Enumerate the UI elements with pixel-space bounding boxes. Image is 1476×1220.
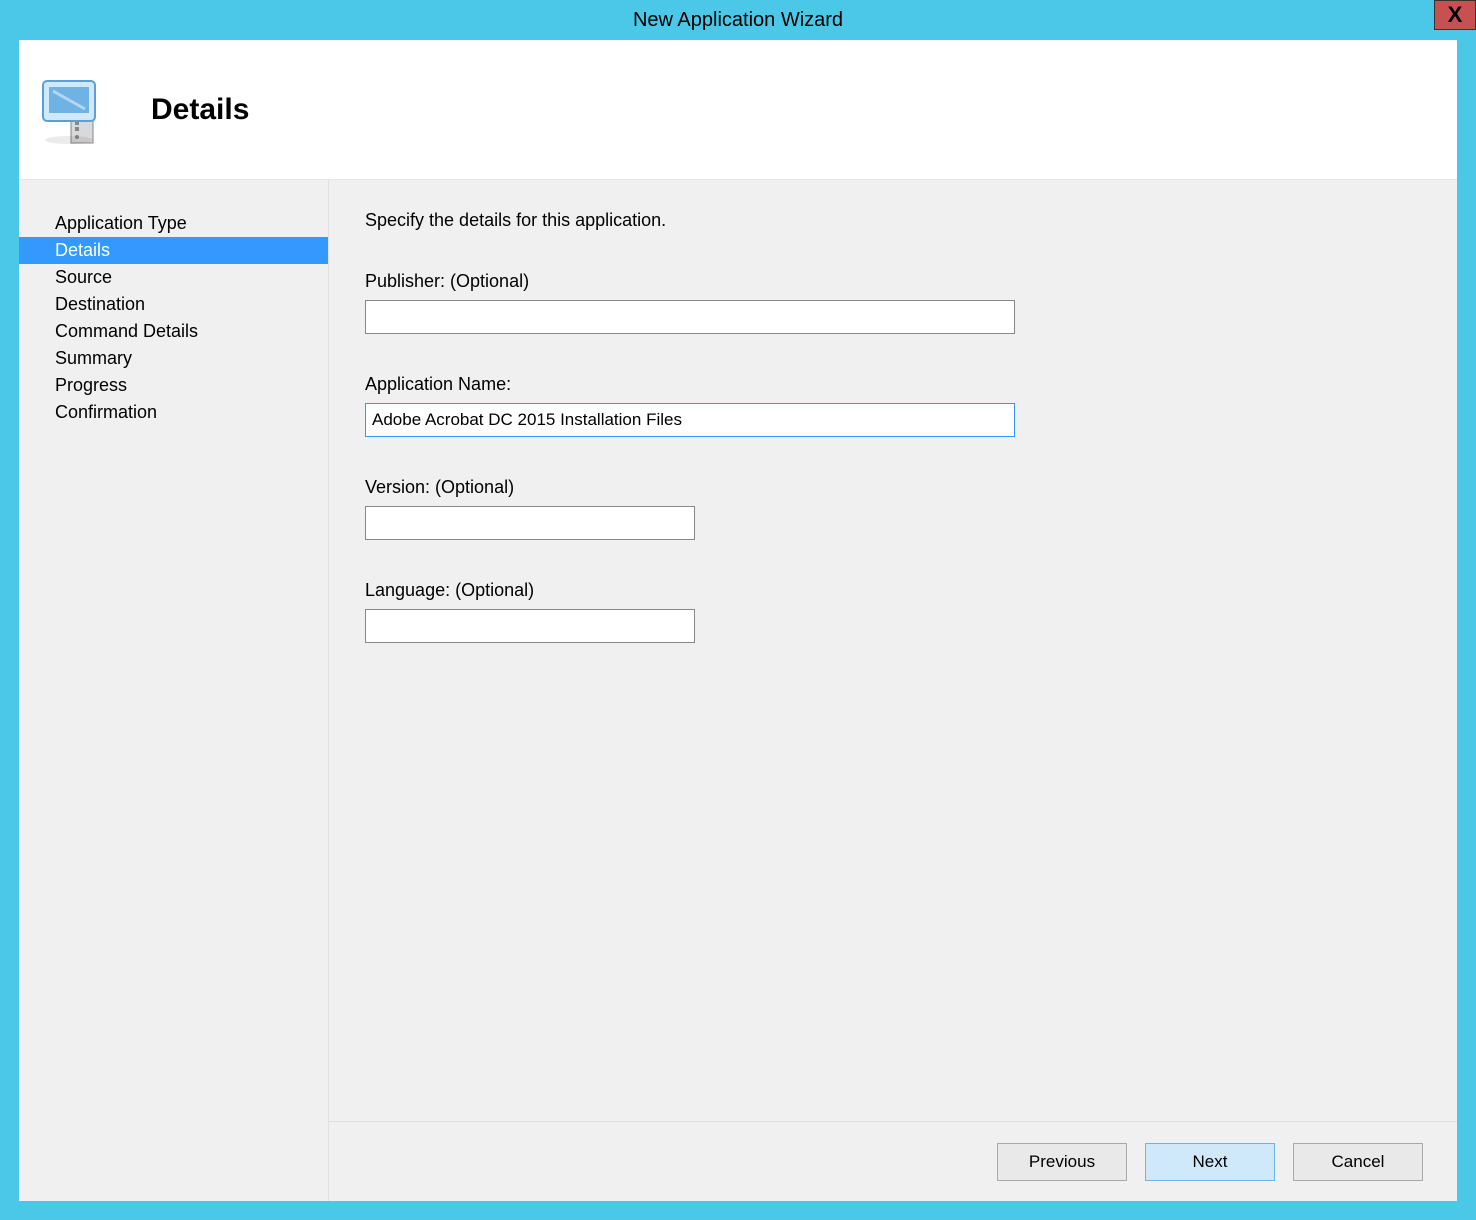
version-input[interactable] <box>365 506 695 540</box>
publisher-label: Publisher: (Optional) <box>365 271 1421 292</box>
nav-item-summary[interactable]: Summary <box>19 345 328 372</box>
publisher-input[interactable] <box>365 300 1015 334</box>
instruction-text: Specify the details for this application… <box>365 210 1421 231</box>
window-title: New Application Wizard <box>633 9 843 32</box>
nav-item-progress[interactable]: Progress <box>19 372 328 399</box>
page-title: Details <box>151 93 249 127</box>
language-group: Language: (Optional) <box>365 580 1421 643</box>
appname-group: Application Name: <box>365 374 1421 437</box>
close-button[interactable]: X <box>1434 0 1476 30</box>
publisher-group: Publisher: (Optional) <box>365 271 1421 334</box>
cancel-button[interactable]: Cancel <box>1293 1143 1423 1181</box>
computer-icon <box>41 75 121 145</box>
header-band: Details <box>19 40 1457 180</box>
nav-item-destination[interactable]: Destination <box>19 291 328 318</box>
appname-label: Application Name: <box>365 374 1421 395</box>
previous-button[interactable]: Previous <box>997 1143 1127 1181</box>
language-label: Language: (Optional) <box>365 580 1421 601</box>
sidebar: Application Type Details Source Destinat… <box>19 180 329 1201</box>
appname-input[interactable] <box>365 403 1015 437</box>
version-group: Version: (Optional) <box>365 477 1421 540</box>
nav-item-command-details[interactable]: Command Details <box>19 318 328 345</box>
wizard-window: New Application Wizard X Details <box>0 0 1476 1220</box>
language-input[interactable] <box>365 609 695 643</box>
close-icon: X <box>1448 2 1463 28</box>
version-label: Version: (Optional) <box>365 477 1421 498</box>
content-pane: Specify the details for this application… <box>329 180 1457 1201</box>
nav-item-application-type[interactable]: Application Type <box>19 210 328 237</box>
nav-item-details[interactable]: Details <box>19 237 328 264</box>
titlebar: New Application Wizard X <box>0 0 1476 40</box>
body-area: Application Type Details Source Destinat… <box>19 180 1457 1201</box>
nav-item-confirmation[interactable]: Confirmation <box>19 399 328 426</box>
next-button[interactable]: Next <box>1145 1143 1275 1181</box>
wizard-footer: Previous Next Cancel <box>329 1121 1457 1201</box>
client-area: Details Application Type Details Source … <box>19 40 1457 1201</box>
nav-item-source[interactable]: Source <box>19 264 328 291</box>
